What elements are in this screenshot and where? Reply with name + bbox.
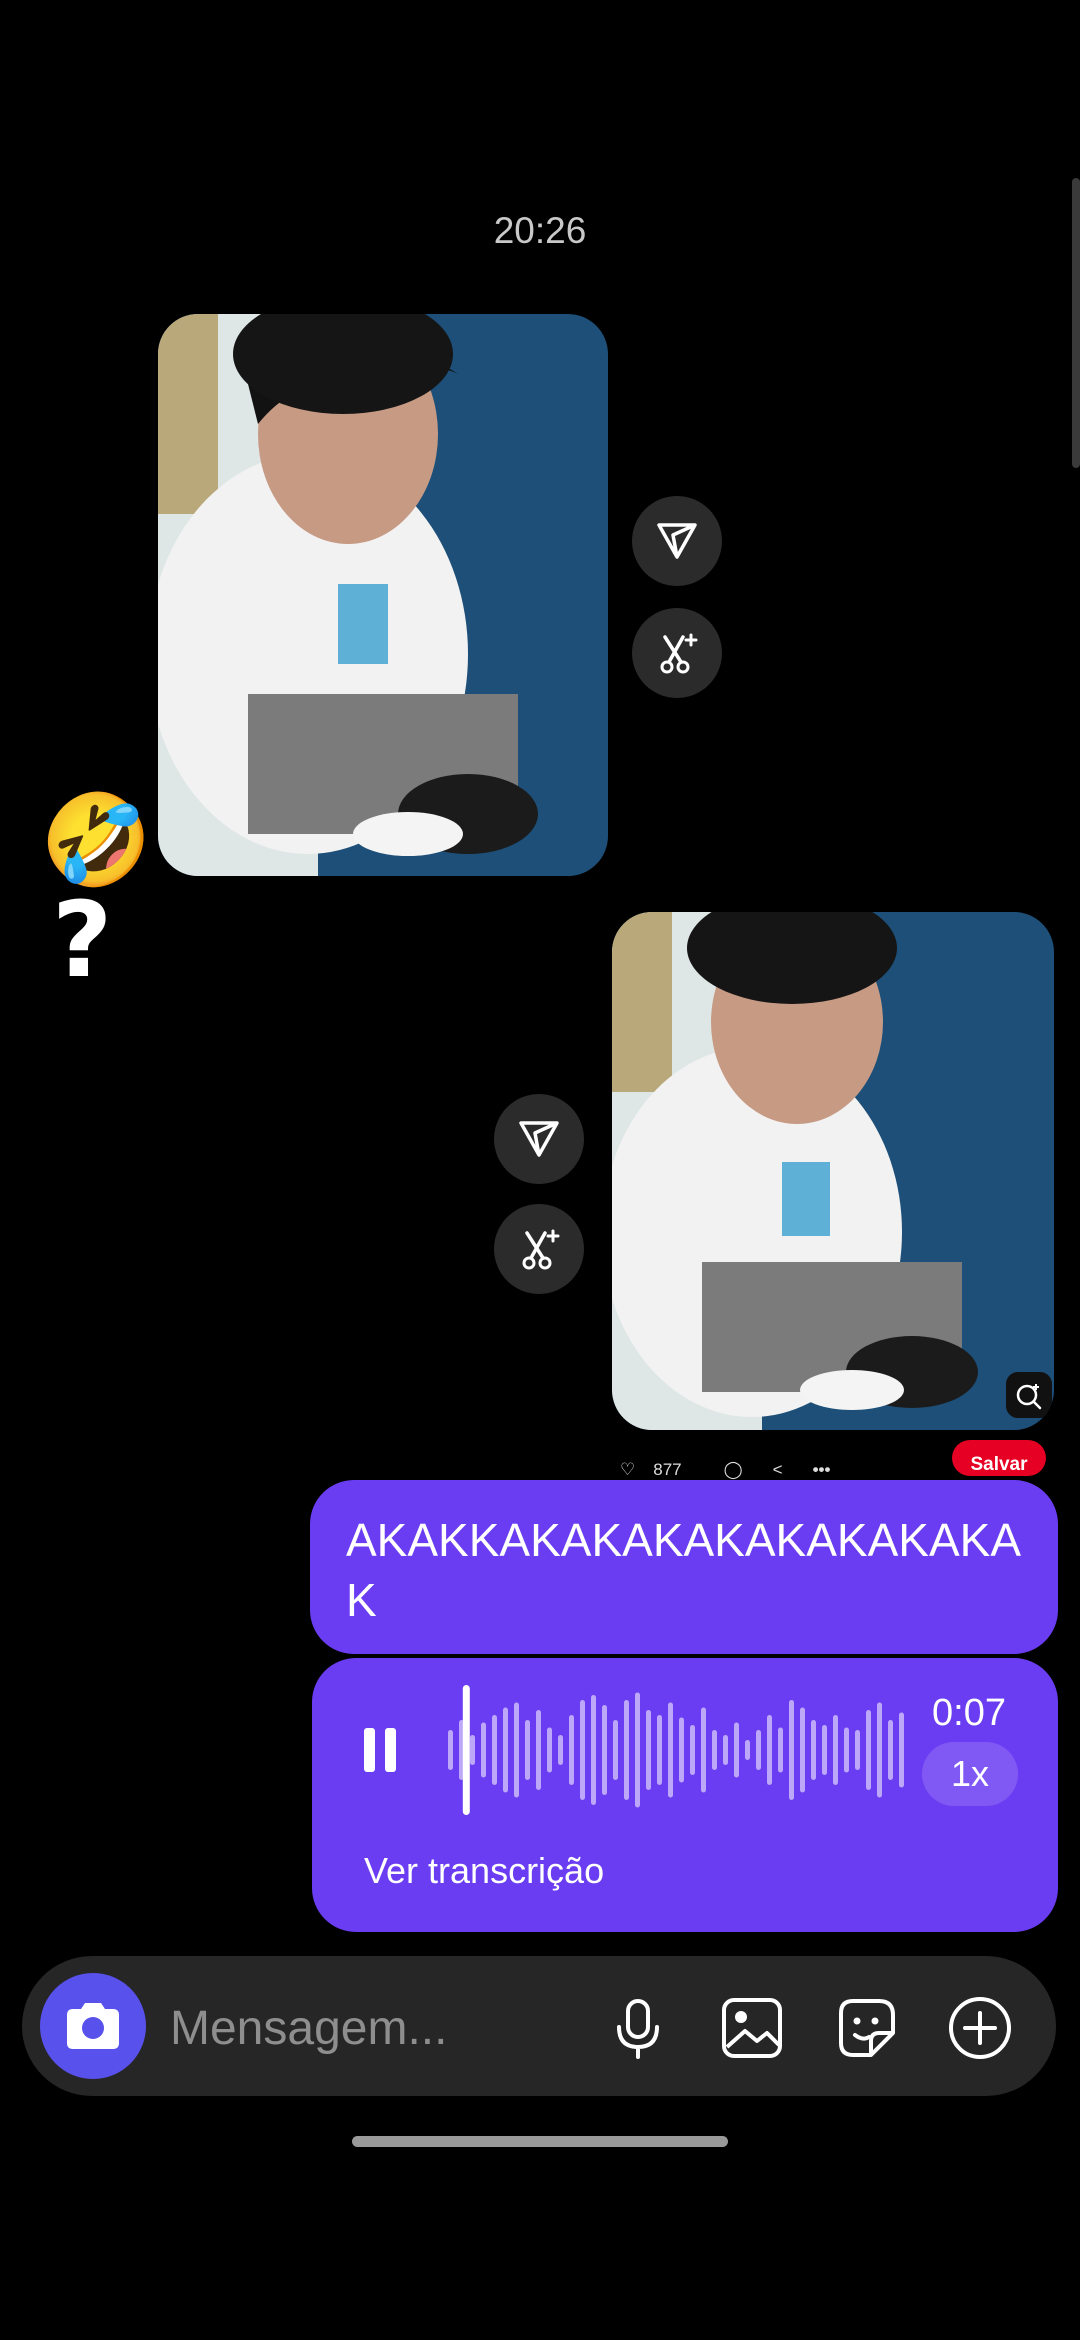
waveform-bar <box>822 1725 827 1775</box>
photo-selfie <box>158 314 608 876</box>
plus-circle-icon <box>949 1997 1011 2059</box>
waveform-bar <box>690 1725 695 1775</box>
waveform-bar <box>855 1730 860 1770</box>
gallery-button[interactable] <box>718 1994 786 2062</box>
waveform-bar <box>558 1735 563 1765</box>
waveform-bar <box>844 1727 849 1773</box>
camera-button[interactable] <box>40 1973 146 2079</box>
lens-search-icon <box>1016 1384 1042 1410</box>
waveform-bar <box>503 1707 508 1793</box>
waveform-bar <box>492 1715 497 1785</box>
waveform-bar <box>514 1702 519 1798</box>
waveform-bar <box>701 1707 706 1793</box>
waveform-bar <box>712 1730 717 1770</box>
sticker-button[interactable] <box>832 1994 900 2062</box>
waveform-bar <box>888 1720 893 1780</box>
more-icon[interactable]: ••• <box>813 1460 831 1480</box>
share-button[interactable] <box>632 496 722 586</box>
remix-icon <box>522 1229 560 1270</box>
microphone-icon <box>617 1999 659 2059</box>
waveform-bar <box>624 1700 629 1800</box>
waveform-bar <box>602 1705 607 1795</box>
waveform-bar <box>833 1715 838 1785</box>
message-timestamp: 20:26 <box>493 210 587 251</box>
reaction-question-mark: ? <box>52 879 113 1001</box>
message-input[interactable] <box>170 1990 570 2066</box>
remix-icon <box>660 633 698 674</box>
save-button[interactable]: Salvar <box>952 1440 1046 1476</box>
comment-icon[interactable]: ◯ <box>724 1460 743 1480</box>
waveform-bar <box>778 1727 783 1773</box>
microphone-button[interactable] <box>604 1994 672 2062</box>
view-transcript-link[interactable]: Ver transcrição <box>364 1850 604 1892</box>
waveform-bar <box>470 1735 475 1765</box>
waveform-bar <box>536 1710 541 1790</box>
waveform-bar <box>789 1700 794 1800</box>
audio-waveform[interactable] <box>446 1685 906 1815</box>
shared-post-photo[interactable] <box>612 912 1054 1430</box>
waveform-bar <box>547 1727 552 1773</box>
heart-icon[interactable]: ♡ <box>620 1460 635 1480</box>
playback-speed-button[interactable]: 1x <box>922 1742 1018 1806</box>
remix-button[interactable] <box>494 1204 584 1294</box>
waveform-bar <box>591 1695 596 1805</box>
waveform-bar <box>745 1740 750 1760</box>
pause-icon[interactable] <box>362 1726 398 1774</box>
photo-selfie <box>612 912 1054 1430</box>
sent-text-message[interactable]: AKAKKAKAKAKAKAKAKAKAKAK <box>310 1480 1058 1654</box>
waveform-bar <box>811 1720 816 1780</box>
lens-button[interactable] <box>1006 1372 1052 1418</box>
waveform-bar <box>723 1735 728 1765</box>
camera-icon <box>67 2003 119 2049</box>
share-icon <box>657 523 697 559</box>
audio-duration: 0:07 <box>932 1692 1006 1734</box>
waveform-bar <box>767 1715 772 1785</box>
waveform-bar <box>679 1717 684 1783</box>
gallery-icon <box>722 1998 782 2058</box>
waveform-bar <box>899 1712 904 1788</box>
waveform-bar <box>877 1702 882 1798</box>
like-count: 877 <box>653 1460 682 1479</box>
waveform-bar <box>734 1722 739 1778</box>
waveform-bar <box>580 1700 585 1800</box>
audio-playhead[interactable] <box>462 1685 470 1815</box>
waveform-bar <box>525 1720 530 1780</box>
waveform-bar <box>613 1720 618 1780</box>
waveform-bar <box>668 1702 673 1798</box>
reaction-emoji: 🤣 <box>40 791 153 891</box>
waveform-bar <box>448 1730 453 1770</box>
home-indicator[interactable] <box>352 2136 728 2147</box>
waveform-bar <box>635 1692 640 1808</box>
waveform-bar <box>646 1710 651 1790</box>
share-post-icon[interactable]: < <box>773 1460 783 1480</box>
waveform-bar <box>866 1710 871 1790</box>
waveform-bar <box>569 1715 574 1785</box>
waveform-bar <box>756 1730 761 1770</box>
share-button[interactable] <box>494 1094 584 1184</box>
add-button[interactable] <box>946 1994 1014 2062</box>
sticker-icon <box>839 1999 895 2057</box>
remix-button[interactable] <box>632 608 722 698</box>
waveform-bar <box>800 1707 805 1793</box>
waveform-bar <box>481 1722 486 1778</box>
waveform-bar <box>657 1715 662 1785</box>
scroll-indicator[interactable] <box>1072 178 1080 468</box>
share-icon <box>519 1121 559 1157</box>
received-photo[interactable] <box>158 314 608 876</box>
